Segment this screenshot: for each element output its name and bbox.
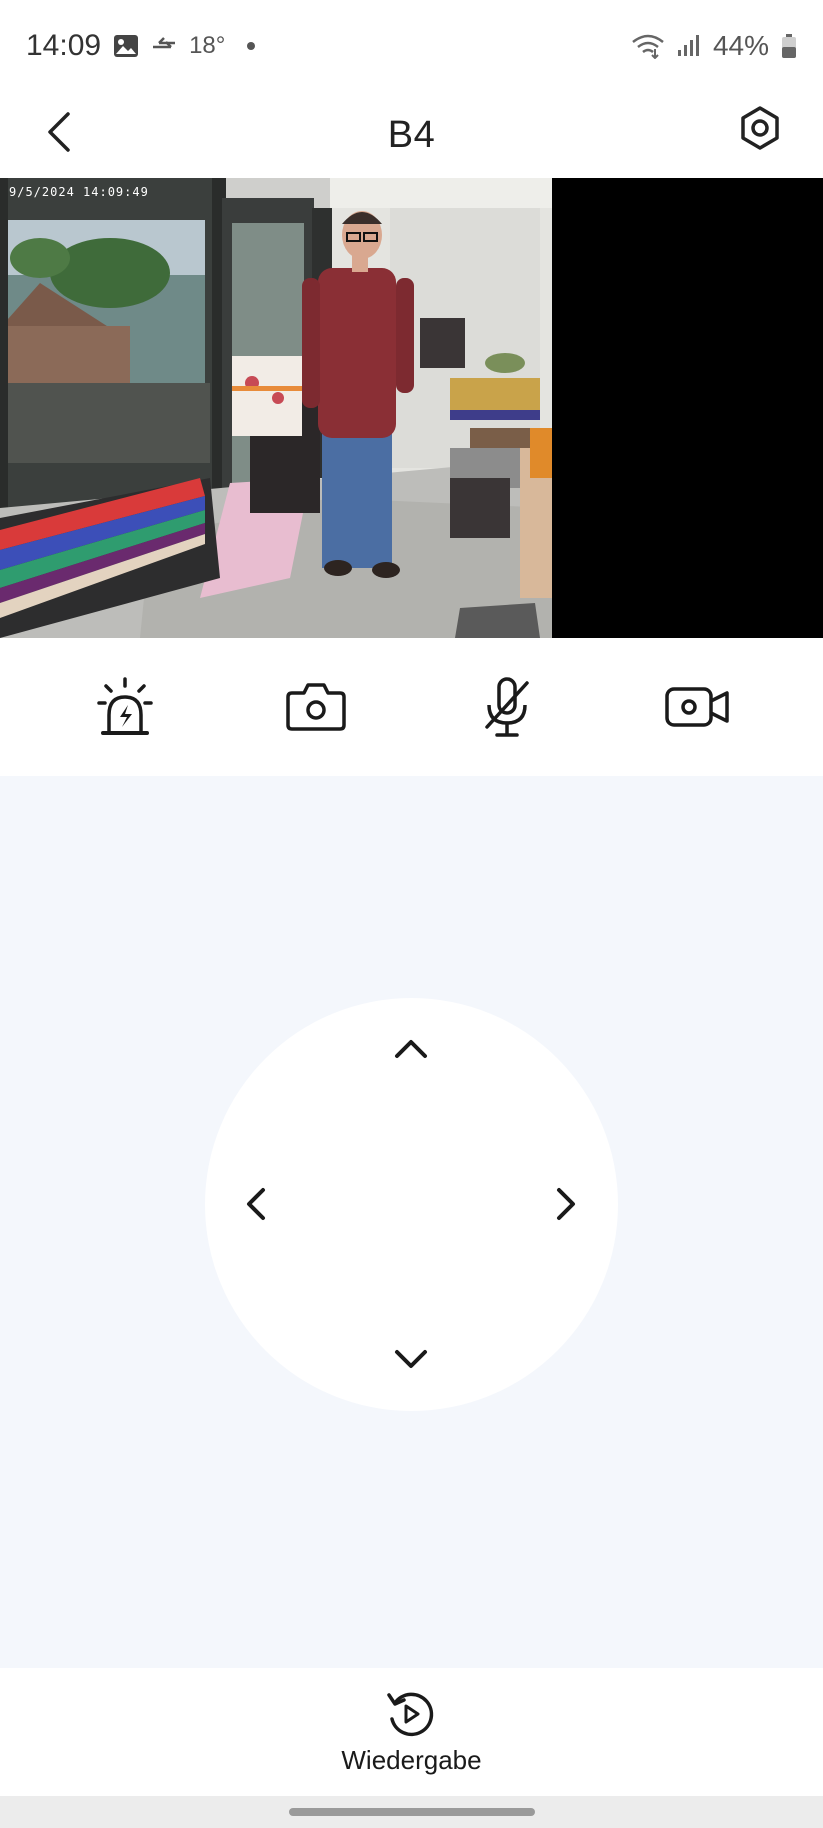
gallery-icon xyxy=(114,35,139,57)
chevron-left-icon xyxy=(247,1188,265,1220)
status-bar: 14:09 18° 44% xyxy=(0,0,823,92)
ptz-joystick[interactable] xyxy=(205,998,618,1411)
video-timestamp: 9/5/2024 14:09:49 xyxy=(9,185,149,199)
microphone-button[interactable] xyxy=(465,665,549,749)
pan-down-button[interactable] xyxy=(381,1330,441,1390)
live-video-view[interactable]: 9/5/2024 14:09:49 xyxy=(0,178,823,638)
siren-button[interactable] xyxy=(83,665,167,749)
app-bar: B4 xyxy=(0,92,823,178)
back-button[interactable] xyxy=(40,102,80,162)
signal-icon xyxy=(677,35,699,56)
camera-feed-image xyxy=(0,178,552,638)
pan-left-button[interactable] xyxy=(225,1174,285,1234)
playback-button[interactable]: Wiedergabe xyxy=(341,1689,482,1776)
record-button[interactable] xyxy=(656,665,740,749)
page-title: B4 xyxy=(387,113,436,156)
chevron-right-icon xyxy=(557,1188,575,1220)
video-record-icon xyxy=(664,687,729,727)
chevron-up-icon xyxy=(395,1040,427,1058)
camera-icon xyxy=(286,683,346,731)
data-transfer-icon xyxy=(153,37,176,49)
notification-dot xyxy=(247,42,256,50)
status-right: 44% xyxy=(631,30,797,62)
wifi-icon xyxy=(632,34,664,59)
camera-live-view-screen: 14:09 18° 44% B4 9/5/2024 14:09:49 Wiede… xyxy=(0,0,823,1828)
camera-controls xyxy=(0,638,823,776)
hexagon-settings-icon xyxy=(741,106,779,150)
snapshot-button[interactable] xyxy=(274,665,358,749)
replay-icon xyxy=(387,1692,434,1736)
mic-off-icon xyxy=(485,677,529,737)
siren-icon xyxy=(97,677,154,735)
pan-up-button[interactable] xyxy=(381,1018,441,1078)
status-temperature: 18° xyxy=(189,32,226,59)
battery-icon xyxy=(782,34,796,58)
bottom-bar: Wiedergabe xyxy=(0,1668,823,1796)
ptz-control-panel xyxy=(0,776,823,1668)
status-left: 14:09 18° xyxy=(26,29,256,63)
settings-button[interactable] xyxy=(733,96,787,160)
chevron-down-icon xyxy=(395,1350,427,1368)
pan-right-button[interactable] xyxy=(537,1174,597,1234)
chevron-left-icon xyxy=(48,112,70,152)
home-indicator[interactable] xyxy=(289,1808,535,1816)
battery-percent: 44% xyxy=(712,30,769,61)
status-time: 14:09 xyxy=(26,29,102,62)
playback-label: Wiedergabe xyxy=(341,1744,482,1775)
gesture-nav-bar xyxy=(0,1796,823,1828)
